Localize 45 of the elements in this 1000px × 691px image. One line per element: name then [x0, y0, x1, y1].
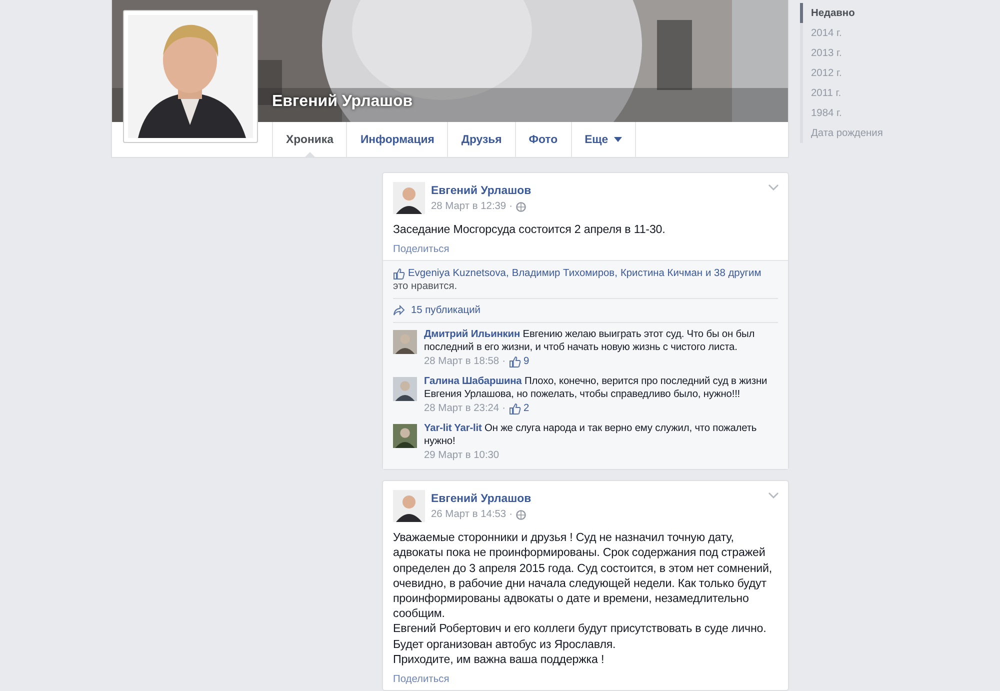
- post-text: Будет организован автобус из Ярославля.: [393, 636, 617, 652]
- profile-tab[interactable]: Еще: [570, 122, 636, 157]
- profile-tab[interactable]: Фото: [514, 122, 571, 157]
- shares-link[interactable]: 15 публикаций: [411, 305, 480, 316]
- share-arrow-icon: [393, 305, 405, 316]
- separator-dot: ·: [509, 200, 513, 214]
- timeline-link[interactable]: Недавно: [800, 3, 883, 23]
- author-avatar[interactable]: [393, 182, 425, 214]
- globe-icon: [516, 510, 526, 520]
- share-link[interactable]: Поделиться: [393, 674, 450, 686]
- like-count[interactable]: 9: [524, 355, 530, 370]
- author-link[interactable]: Евгений Урлашов: [431, 491, 532, 508]
- post-text: Приходите, им важна ваша поддержка !: [393, 652, 606, 668]
- caret-icon: [614, 137, 622, 142]
- author-link[interactable]: Евгений Урлашов: [431, 183, 532, 199]
- profile-tab[interactable]: Информация: [346, 122, 448, 157]
- post-text: Уважаемые сторонники и друзья ! Суд не назначил точную дату, адвокаты пока не проинформированы. Срок содержания под стражей определен до 3 апреля 2015 года. Суд состоится, в этом нет сомнений, очевидно, в рабочие дни начала следующей недели. Как только будут проинформированы адвокаты о дате и времени, незамедлительно сообщим.: [393, 530, 774, 622]
- post-text: Евгений Робертович и его коллеги будут присутствовать в суде лично.: [393, 621, 768, 637]
- liker-link[interactable]: Evgeniya Kuznetsova,: [408, 267, 509, 280]
- separator-dot: ·: [502, 402, 506, 416]
- commenter-avatar[interactable]: [393, 330, 417, 354]
- commenter-link[interactable]: Галина Шабаршина: [424, 376, 522, 388]
- thumbs-up-icon: [393, 268, 405, 280]
- commenter-avatar[interactable]: [393, 424, 417, 448]
- commenter-link[interactable]: Yar-lit Yar-lit: [424, 423, 482, 434]
- globe-icon: [516, 202, 526, 212]
- liker-link[interactable]: и 38 другим: [706, 267, 762, 280]
- thumbs-up-icon: [508, 403, 521, 416]
- author-avatar[interactable]: [393, 490, 425, 522]
- commenter-avatar[interactable]: [393, 377, 417, 402]
- separator-dot: ·: [502, 355, 506, 370]
- profile-tab[interactable]: Друзья: [447, 122, 515, 157]
- profile-tab[interactable]: Хроника: [272, 122, 346, 157]
- like-count[interactable]: 2: [524, 402, 530, 416]
- comment-text: Дмитрий Ильинкин Евгению желаю выиграть этот суд. Что бы он был последний в его жизни, и чтоб начать новую жизнь с чистого листа.: [424, 328, 756, 354]
- liker-link[interactable]: Владимир Тихомиров,: [512, 267, 618, 280]
- likes-text: это нравится.: [393, 280, 458, 294]
- liker-link[interactable]: Кристина Кичман: [620, 267, 703, 280]
- comment-text: Yar-lit Yar-lit Он же слуга народа и так верно ему служил, что пожалеть нужно!: [424, 422, 758, 448]
- share-link[interactable]: Поделиться: [393, 244, 450, 256]
- comment-text: Галина Шабаршина Плохо, конечно, верится про последний суд в жизни Евгения Урлашова, но пожелать, чтобы справедливо было, нужно!!!: [424, 375, 768, 402]
- post-text: Заседание Мосгорсуда состоится 2 апреля в 11-30.: [393, 222, 666, 238]
- thumbs-up-icon: [508, 356, 521, 368]
- separator-dot: ·: [509, 508, 513, 522]
- commenter-link[interactable]: Дмитрий Ильинкин: [424, 329, 520, 340]
